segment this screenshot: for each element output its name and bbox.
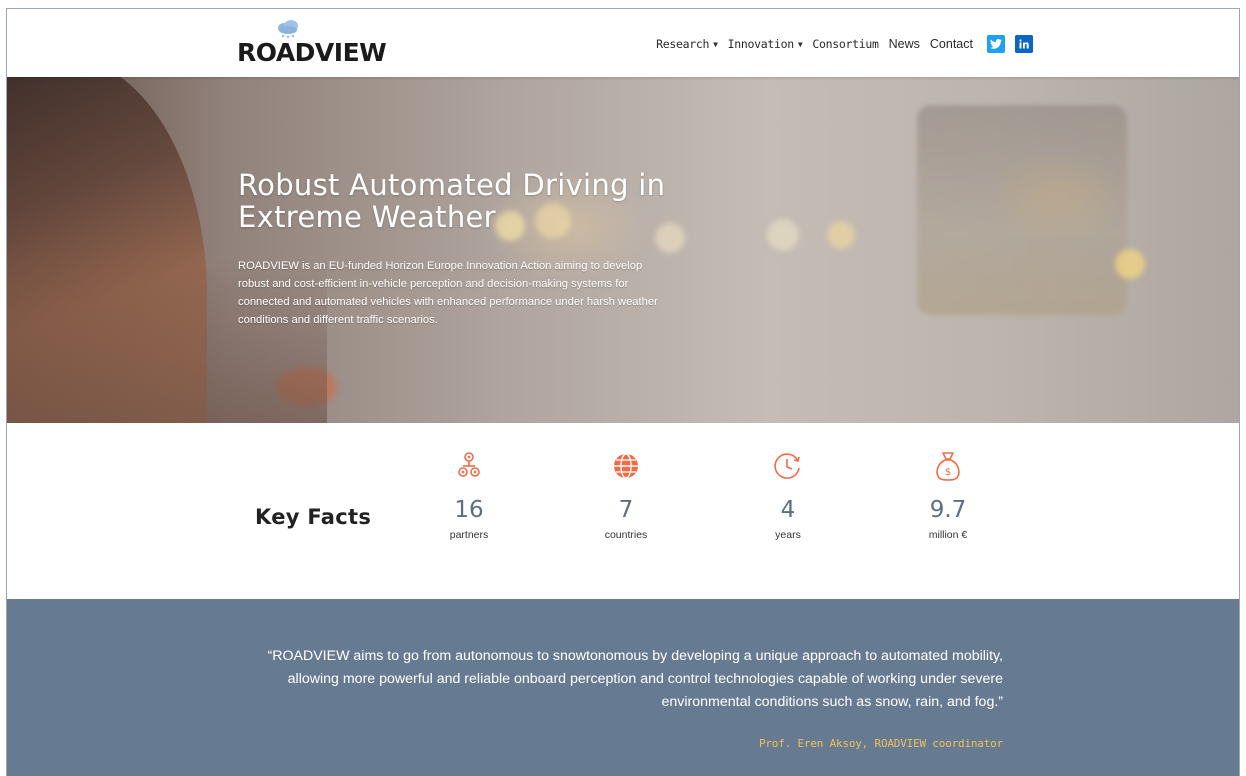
nav-label: News xyxy=(888,37,920,51)
quote-author: Prof. Eren Aksoy, ROADVIEW coordinator xyxy=(758,737,1003,750)
fact-label: million € xyxy=(928,529,968,541)
quote-text: “ROADVIEW aims to go from autonomous to … xyxy=(267,648,1003,710)
nav-label: Innovation xyxy=(727,37,795,51)
globe-icon xyxy=(581,449,671,483)
logo-text: ROADVIEW xyxy=(237,38,387,67)
quote-section: “ROADVIEW aims to go from autonomous to … xyxy=(7,599,1239,776)
nav-item-innovation[interactable]: Innovation ▼ xyxy=(728,37,803,51)
site-header: ROADVIEW Research ▼ Innovation ▼ Consort… xyxy=(7,9,1239,77)
nav-item-news[interactable]: News xyxy=(889,37,920,51)
key-facts-section: Key Facts 16 partners 7 countries 4 year… xyxy=(7,423,1239,599)
fact-value: 9.7 xyxy=(929,497,967,523)
twitter-icon xyxy=(990,39,1002,49)
page: ROADVIEW Research ▼ Innovation ▼ Consort… xyxy=(6,8,1240,776)
hero-title-line2: Extreme Weather xyxy=(238,200,496,234)
twitter-link[interactable] xyxy=(987,35,1005,53)
network-icon xyxy=(424,449,514,483)
hero-title-line1: Robust Automated Driving in xyxy=(238,168,666,202)
snow-cloud-icon xyxy=(278,20,298,39)
caret-down-icon: ▼ xyxy=(797,39,803,49)
fact-partners: 16 partners xyxy=(424,449,514,541)
svg-text:$: $ xyxy=(945,467,951,478)
fact-value: 7 xyxy=(618,497,634,523)
money-bag-icon: $ xyxy=(903,449,993,483)
fact-years: 4 years xyxy=(743,449,833,541)
nav-label: Contact xyxy=(929,37,973,51)
nav-label: Consortium xyxy=(812,37,879,51)
fact-budget: $ 9.7 million € xyxy=(903,449,993,541)
hero-title: Robust Automated Driving in Extreme Weat… xyxy=(238,169,698,233)
fact-label: years xyxy=(775,529,801,541)
hero-content: Robust Automated Driving in Extreme Weat… xyxy=(238,169,698,329)
nav-label: Research xyxy=(656,37,710,51)
fact-label: partners xyxy=(449,529,489,541)
nav-item-research[interactable]: Research ▼ xyxy=(656,37,718,51)
hero-description: ROADVIEW is an EU-funded Horizon Europe … xyxy=(238,260,658,326)
caret-down-icon: ▼ xyxy=(713,39,718,49)
hero-section: Robust Automated Driving in Extreme Weat… xyxy=(7,77,1239,423)
linkedin-icon xyxy=(1019,39,1029,49)
fact-label: countries xyxy=(604,529,648,541)
fact-value: 16 xyxy=(454,497,484,523)
fact-value: 4 xyxy=(780,497,796,523)
key-facts-title: Key Facts xyxy=(255,505,372,529)
linkedin-link[interactable] xyxy=(1015,35,1033,53)
nav-item-contact[interactable]: Contact xyxy=(930,37,973,51)
nav-item-consortium[interactable]: Consortium xyxy=(812,37,879,51)
roadview-logo[interactable]: ROADVIEW xyxy=(237,20,387,67)
fact-countries: 7 countries xyxy=(581,449,671,541)
clock-icon xyxy=(743,449,833,483)
main-nav: Research ▼ Innovation ▼ Consortium News … xyxy=(656,35,1033,53)
